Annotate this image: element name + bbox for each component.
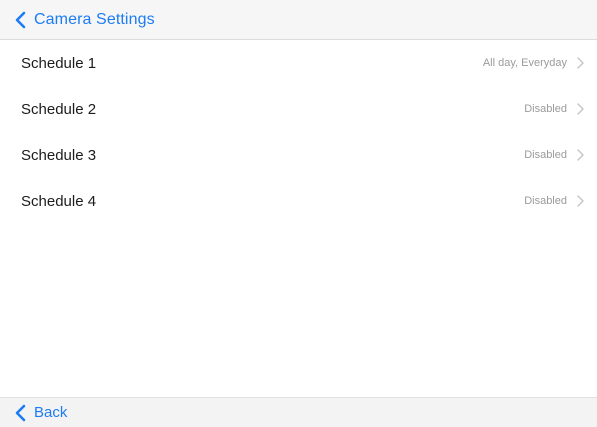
chevron-right-icon (577, 195, 584, 207)
camera-settings-back-button[interactable]: Camera Settings (0, 0, 165, 39)
schedule-row-label: Schedule 2 (21, 100, 97, 118)
schedule-row-label: Schedule 1 (21, 54, 97, 72)
schedule-list: Schedule 1 All day, Everyday Schedule 2 … (0, 40, 597, 224)
chevron-left-icon (15, 11, 26, 28)
chevron-right-icon (577, 57, 584, 69)
bottom-toolbar: Back (0, 397, 597, 427)
schedule-row-2[interactable]: Schedule 2 Disabled (0, 86, 597, 132)
schedule-row-status: All day, Everyday (482, 57, 567, 69)
schedule-row-3[interactable]: Schedule 3 Disabled (0, 132, 597, 178)
schedule-row-status: Disabled (524, 195, 567, 207)
schedule-row-1[interactable]: Schedule 1 All day, Everyday (0, 40, 597, 86)
schedule-row-label: Schedule 3 (21, 146, 97, 164)
schedule-row-status: Disabled (524, 103, 567, 115)
navigation-bar: Camera Settings (0, 0, 597, 40)
back-label: Back (34, 404, 68, 421)
chevron-right-icon (577, 103, 584, 115)
nav-back-label: Camera Settings (34, 10, 155, 28)
back-button[interactable]: Back (0, 398, 67, 427)
chevron-right-icon (577, 149, 584, 161)
chevron-left-icon (15, 404, 26, 421)
schedule-row-status: Disabled (524, 149, 567, 161)
schedule-row-4[interactable]: Schedule 4 Disabled (0, 178, 597, 224)
schedule-row-label: Schedule 4 (21, 192, 97, 210)
